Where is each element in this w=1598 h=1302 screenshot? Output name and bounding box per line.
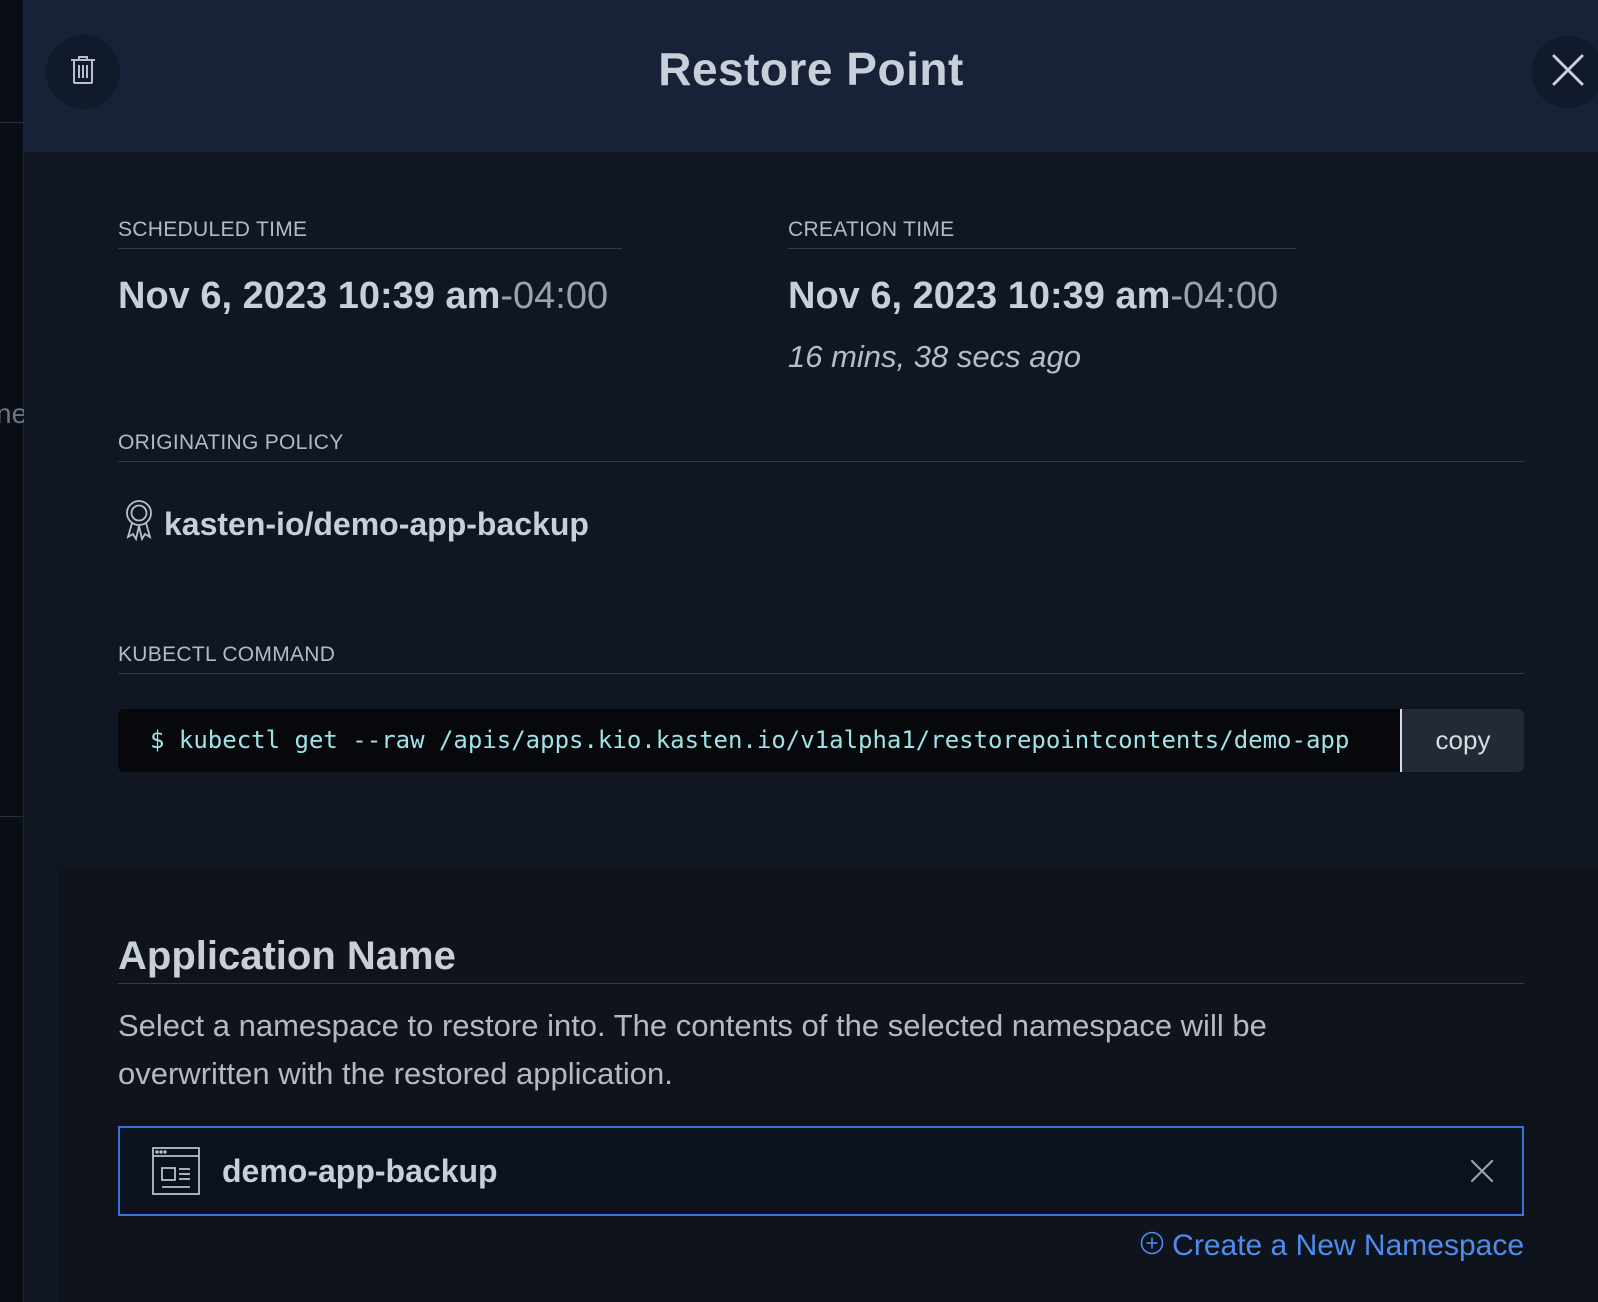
scheduled-time-date: Nov 6, 2023 10:39 am (118, 275, 501, 317)
namespace-window-icon (152, 1147, 200, 1195)
create-namespace-link[interactable]: Create a New Namespace (1140, 1226, 1524, 1266)
scheduled-time-label: SCHEDULED TIME (118, 218, 622, 249)
plus-circle-icon (1140, 1229, 1164, 1263)
restore-point-panel: Restore Point SCHEDULED TIME Nov 6, 2023… (24, 0, 1598, 1302)
award-ribbon-icon (124, 499, 154, 549)
creation-time-relative: 16 mins, 38 secs ago (788, 339, 1081, 374)
creation-time-value: Nov 6, 2023 10:39 am-04:00 (788, 275, 1278, 318)
panel-title: Restore Point (658, 43, 964, 95)
background-divider (0, 816, 23, 817)
background-divider (0, 122, 23, 123)
create-namespace-label: Create a New Namespace (1172, 1229, 1524, 1262)
creation-time-date: Nov 6, 2023 10:39 am (788, 275, 1171, 317)
scheduled-time-value: Nov 6, 2023 10:39 am-04:00 (118, 275, 608, 318)
close-button[interactable] (1532, 36, 1598, 108)
application-name-section: Application Name Select a namespace to r… (58, 866, 1598, 1302)
kubectl-command-text[interactable]: $ kubectl get --raw /apis/apps.kio.kaste… (118, 709, 1402, 772)
background-page: ne (0, 0, 27, 1302)
originating-policy-link[interactable]: kasten-io/demo-app-backup (124, 499, 589, 549)
kubectl-command-label: KUBECTL COMMAND (118, 643, 1524, 674)
creation-time-label: CREATION TIME (788, 218, 1296, 249)
originating-policy-name: kasten-io/demo-app-backup (164, 505, 589, 542)
selected-namespace: demo-app-backup (222, 1152, 498, 1189)
originating-policy-label: ORIGINATING POLICY (118, 431, 1524, 462)
application-name-description: Select a namespace to restore into. The … (118, 1008, 1267, 1091)
copy-button[interactable]: copy (1402, 709, 1524, 772)
panel-header: Restore Point (24, 0, 1598, 152)
creation-time-timezone: -04:00 (1170, 275, 1279, 317)
kubectl-command-box: $ kubectl get --raw /apis/apps.kio.kaste… (118, 709, 1524, 772)
application-name-heading: Application Name (118, 934, 1524, 984)
namespace-select[interactable]: demo-app-backup (118, 1126, 1524, 1216)
close-icon (1552, 54, 1584, 91)
scheduled-time-timezone: -04:00 (500, 275, 609, 317)
clear-selection-icon[interactable] (1470, 1159, 1494, 1183)
